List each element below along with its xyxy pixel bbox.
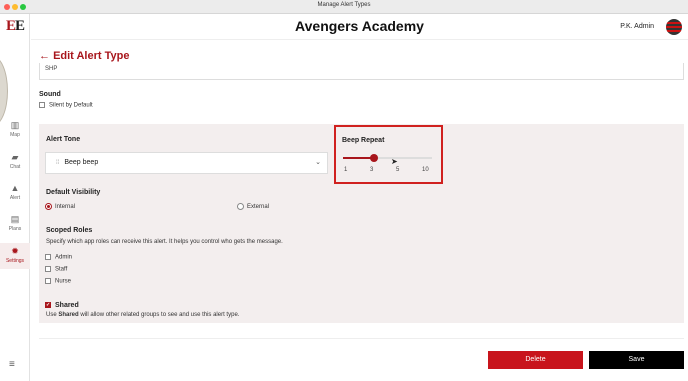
internal-label: Internal	[55, 204, 76, 211]
sidebar-item-map[interactable]: ▥ Map	[0, 120, 30, 142]
alert-tone-value: Beep beep	[64, 159, 99, 166]
app-logo[interactable]: EE	[6, 18, 25, 35]
window-title: Manage Alert Types	[317, 2, 371, 8]
app-title: Avengers Academy	[295, 18, 424, 34]
sidebar-item-plans[interactable]: ▤ Plans	[0, 214, 30, 236]
shared-checkbox[interactable]: ✓	[45, 302, 51, 309]
tick-label: 1	[344, 167, 348, 173]
external-label: External	[247, 204, 270, 211]
role-label: Nurse	[55, 278, 72, 285]
shared-label: Shared	[55, 302, 79, 309]
sidebar-item-label: Map	[10, 132, 20, 138]
admin-checkbox[interactable]	[45, 254, 51, 260]
sidebar-item-label: Alert	[9, 195, 21, 201]
page-title: ← Edit Alert Type	[39, 50, 129, 62]
visibility-option-internal[interactable]: Internal	[45, 203, 75, 210]
silent-by-default-option[interactable]: Silent by Default	[39, 102, 93, 109]
default-visibility-label: Default Visibility	[46, 189, 101, 196]
delete-button[interactable]: Delete	[488, 351, 583, 369]
app-header: Avengers Academy P.K. Admin	[31, 14, 688, 40]
user-name[interactable]: P.K. Admin	[620, 23, 654, 30]
window-titlebar: Manage Alert Types	[0, 0, 688, 14]
beep-repeat-slider[interactable]	[343, 154, 432, 162]
menu-icon[interactable]: ≡	[9, 359, 15, 370]
page-title-text: Edit Alert Type	[53, 50, 130, 62]
shared-desc-prefix: Use	[46, 312, 59, 318]
alert-icon: ▲	[10, 183, 20, 193]
sidebar-item-label: Plans	[8, 226, 22, 232]
tick-label: 3	[370, 167, 374, 173]
shared-desc-suffix: will allow other related groups to see a…	[78, 312, 240, 318]
nurse-checkbox[interactable]	[45, 278, 51, 284]
tick-label: 10	[422, 167, 429, 173]
divider	[39, 338, 684, 339]
internal-radio[interactable]	[45, 203, 52, 210]
sidebar: EE ▥ Map ▰ Chat ▲ Alert ▤ Plans ✹ Settin…	[0, 14, 30, 381]
mouse-cursor-icon: ➤	[391, 157, 398, 166]
alert-tone-select[interactable]: ⁞⁞ Beep beep ⌄	[45, 152, 328, 174]
visibility-option-external[interactable]: External	[237, 203, 269, 210]
scoped-roles-description: Specify which app roles can receive this…	[46, 239, 283, 245]
beep-repeat-section: Beep Repeat 1 3 5 10 ➤	[334, 125, 443, 184]
sidebar-item-label: Chat	[9, 164, 21, 170]
shared-option[interactable]: ✓ Shared	[45, 302, 79, 309]
beep-repeat-label: Beep Repeat	[342, 137, 385, 144]
chat-icon: ▰	[11, 152, 19, 162]
external-radio[interactable]	[237, 203, 244, 210]
chevron-down-icon: ⌄	[315, 159, 321, 166]
role-option-staff[interactable]: Staff	[45, 266, 67, 273]
role-label: Admin	[55, 254, 73, 261]
drag-handle-icon: ⁞⁞	[56, 160, 60, 166]
sidebar-item-settings[interactable]: ✹ Settings	[0, 243, 30, 269]
scoped-roles-label: Scoped Roles	[46, 227, 93, 234]
gear-icon: ✹	[11, 246, 19, 256]
role-option-admin[interactable]: Admin	[45, 254, 72, 261]
plans-icon: ▤	[10, 214, 20, 224]
alert-tone-label: Alert Tone	[46, 136, 81, 143]
save-button[interactable]: Save	[589, 351, 684, 369]
role-option-nurse[interactable]: Nurse	[45, 278, 71, 285]
tick-label: 5	[396, 167, 400, 173]
role-label: Staff	[55, 266, 68, 273]
sidebar-item-chat[interactable]: ▰ Chat	[0, 152, 30, 174]
map-icon: ▥	[10, 120, 20, 130]
back-arrow-icon[interactable]: ←	[39, 50, 50, 62]
silent-by-default-label: Silent by Default	[49, 102, 93, 109]
silent-by-default-checkbox[interactable]	[39, 102, 45, 108]
shared-desc-bold: Shared	[58, 312, 79, 318]
avatar[interactable]	[666, 19, 682, 35]
sidebar-item-alert[interactable]: ▲ Alert	[0, 183, 30, 205]
staff-checkbox[interactable]	[45, 266, 51, 272]
code-field[interactable]: SHP	[39, 63, 684, 80]
slider-thumb[interactable]	[370, 154, 378, 162]
decorative-image	[0, 56, 8, 126]
shared-description: Use Shared will allow other related grou…	[46, 312, 239, 318]
sound-label: Sound	[39, 91, 61, 98]
sidebar-item-label: Settings	[5, 258, 25, 264]
